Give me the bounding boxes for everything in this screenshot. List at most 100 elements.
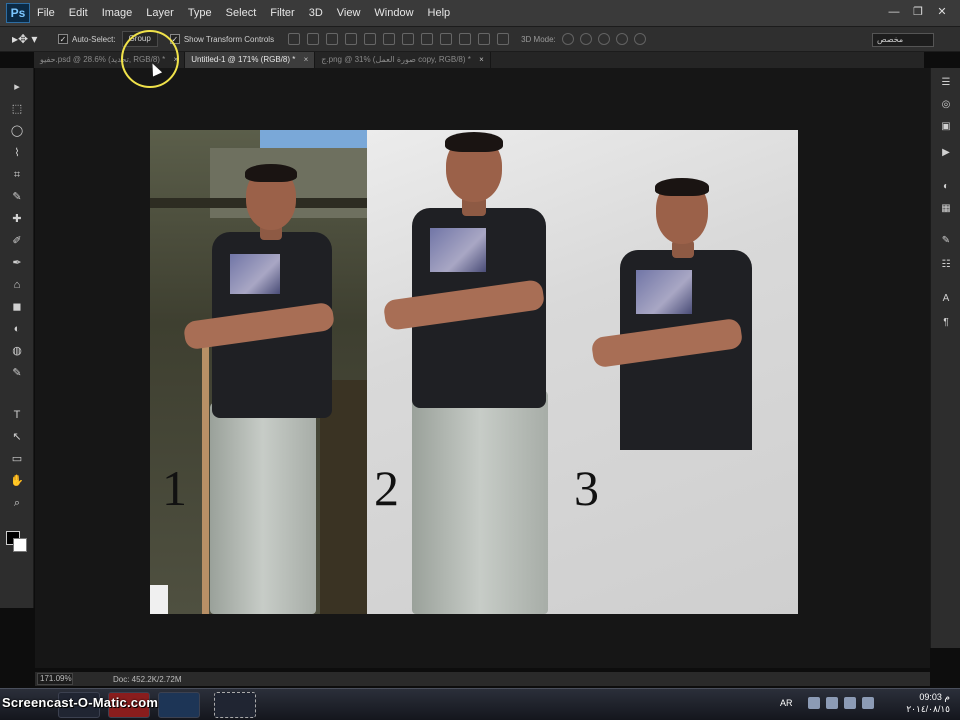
- menu-layer[interactable]: Layer: [139, 7, 181, 19]
- gradient-tool-icon[interactable]: ◐: [9, 322, 25, 336]
- align-vcenter-icon[interactable]: [307, 33, 320, 45]
- shirt-print: [636, 270, 692, 314]
- brush-icon[interactable]: ✎: [939, 234, 953, 248]
- distribute-hcenter-icon[interactable]: [478, 33, 491, 45]
- distribute-bottom-icon[interactable]: [440, 33, 453, 45]
- checkmark-icon: ✓: [58, 34, 68, 44]
- close-icon[interactable]: ×: [304, 55, 309, 64]
- auto-select-checkbox[interactable]: ✓ Auto-Select:: [58, 34, 116, 44]
- menu-image[interactable]: Image: [95, 7, 140, 19]
- paragraph-icon[interactable]: ¶: [939, 316, 953, 330]
- document-info[interactable]: Doc: 452.2K/2.72M: [113, 675, 181, 684]
- shape-tool-icon[interactable]: ▭: [9, 452, 25, 466]
- quick-select-tool-icon[interactable]: ⌇: [9, 146, 25, 160]
- zoom-tool-icon[interactable]: ⌕: [9, 496, 25, 510]
- color-icon[interactable]: ◐: [939, 180, 953, 194]
- move-tool-icon[interactable]: ▸: [9, 80, 25, 94]
- align-top-icon[interactable]: [288, 33, 301, 45]
- lasso-tool-icon[interactable]: ◯: [9, 124, 25, 138]
- close-button[interactable]: ✕: [932, 4, 952, 20]
- show-transform-label: Show Transform Controls: [183, 34, 275, 44]
- crop-tool-icon[interactable]: ⌗: [9, 168, 25, 182]
- align-bottom-icon[interactable]: [326, 33, 339, 45]
- brush-tool-icon[interactable]: ✐: [9, 234, 25, 248]
- menu-help[interactable]: Help: [421, 7, 458, 19]
- minimize-button[interactable]: —: [884, 4, 904, 20]
- document-canvas[interactable]: 1 2 3: [150, 130, 798, 614]
- menu-type[interactable]: Type: [181, 7, 219, 19]
- menu-file[interactable]: File: [30, 7, 62, 19]
- tray-app-icon[interactable]: [844, 697, 856, 709]
- label-3: 3: [574, 460, 599, 516]
- label-2: 2: [374, 460, 399, 516]
- hair: [445, 132, 503, 152]
- volume-icon[interactable]: [826, 697, 838, 709]
- network-icon[interactable]: [808, 697, 820, 709]
- workspace-selector[interactable]: مخصص: [872, 33, 934, 47]
- distribute-top-icon[interactable]: [402, 33, 415, 45]
- menu-select[interactable]: Select: [219, 7, 264, 19]
- white-corner-region: [150, 585, 168, 614]
- taskbar-photoshop-button[interactable]: [158, 692, 200, 718]
- language-indicator[interactable]: AR: [780, 698, 793, 708]
- clock-time: 09:03 م: [919, 692, 950, 702]
- distribute-vcenter-icon[interactable]: [421, 33, 434, 45]
- 3d-slide-icon[interactable]: [615, 33, 628, 45]
- healing-tool-icon[interactable]: ✚: [9, 212, 25, 226]
- pants: [412, 390, 548, 614]
- swatches-icon[interactable]: ▦: [939, 202, 953, 216]
- menu-3d[interactable]: 3D: [302, 7, 330, 19]
- move-tool-icon[interactable]: ▸✥ ▾: [12, 28, 46, 50]
- tab-document-3[interactable]: ج.png @ 31% (صورة العمل copy, RGB/8) * ×: [315, 52, 491, 68]
- 3d-roll-icon[interactable]: [579, 33, 592, 45]
- show-transform-checkbox[interactable]: ✓ Show Transform Controls: [169, 34, 275, 44]
- layers-icon[interactable]: ☰: [939, 76, 953, 90]
- character-icon[interactable]: A: [939, 292, 953, 306]
- 3d-pan-icon[interactable]: [597, 33, 610, 45]
- hand-tool-icon[interactable]: ✋: [9, 474, 25, 488]
- tab-label: ج.png @ 31% (صورة العمل copy, RGB/8) *: [321, 55, 471, 64]
- photoshop-logo-icon: Ps: [6, 3, 30, 23]
- background-color-swatch[interactable]: [13, 538, 27, 552]
- person-figure-1: [182, 162, 342, 614]
- blur-tool-icon[interactable]: ◍: [9, 344, 25, 358]
- tools-panel: ▸ ⬚ ◯ ⌇ ⌗ ✎ ✚ ✐ ✒ ⌂ ◼ ◐ ◍ ✎ T ↖ ▭ ✋ ⌕: [0, 68, 34, 608]
- close-icon[interactable]: ×: [479, 55, 484, 64]
- tray-app-icon[interactable]: [862, 697, 874, 709]
- hair: [655, 178, 709, 196]
- history-brush-tool-icon[interactable]: ⌂: [9, 278, 25, 292]
- align-hcenter-icon[interactable]: [364, 33, 377, 45]
- 3d-rotate-icon[interactable]: [561, 33, 574, 45]
- zoom-level-field[interactable]: 171.09%: [37, 673, 73, 685]
- tab-document-2[interactable]: Untitled-1 @ 171% (RGB/8) * ×: [185, 52, 316, 68]
- clone-stamp-tool-icon[interactable]: ✒: [9, 256, 25, 270]
- history-icon[interactable]: ▣: [939, 120, 953, 134]
- restore-button[interactable]: ❐: [908, 4, 928, 20]
- align-right-icon[interactable]: [383, 33, 396, 45]
- status-bar: 171.09% Doc: 452.2K/2.72M: [35, 672, 930, 686]
- 3d-scale-icon[interactable]: [633, 33, 646, 45]
- type-tool-icon[interactable]: T: [9, 408, 25, 422]
- menu-window[interactable]: Window: [367, 7, 420, 19]
- hair: [245, 164, 297, 182]
- clock-date: ٢٠١٤/٠٨/١٥: [906, 704, 950, 714]
- distribute-right-icon[interactable]: [497, 33, 510, 45]
- distribute-left-icon[interactable]: [459, 33, 472, 45]
- system-clock[interactable]: 09:03 م ٢٠١٤/٠٨/١٥: [906, 691, 950, 715]
- eraser-tool-icon[interactable]: ◼: [9, 300, 25, 314]
- person-figure-3: [590, 178, 760, 453]
- 3d-mode-label: 3D Mode:: [521, 34, 556, 44]
- path-select-tool-icon[interactable]: ↖: [9, 430, 25, 444]
- adjust-icon[interactable]: ☷: [939, 258, 953, 272]
- taskbar-app-button[interactable]: [214, 692, 256, 718]
- menu-filter[interactable]: Filter: [263, 7, 301, 19]
- label-1: 1: [162, 460, 187, 516]
- align-left-icon[interactable]: [345, 33, 358, 45]
- menu-view[interactable]: View: [330, 7, 368, 19]
- pen-tool-icon[interactable]: ✎: [9, 366, 25, 380]
- eyedropper-tool-icon[interactable]: ✎: [9, 190, 25, 204]
- channels-icon[interactable]: ◎: [939, 98, 953, 112]
- actions-icon[interactable]: ▶: [939, 146, 953, 160]
- menu-edit[interactable]: Edit: [62, 7, 95, 19]
- marquee-tool-icon[interactable]: ⬚: [9, 102, 25, 116]
